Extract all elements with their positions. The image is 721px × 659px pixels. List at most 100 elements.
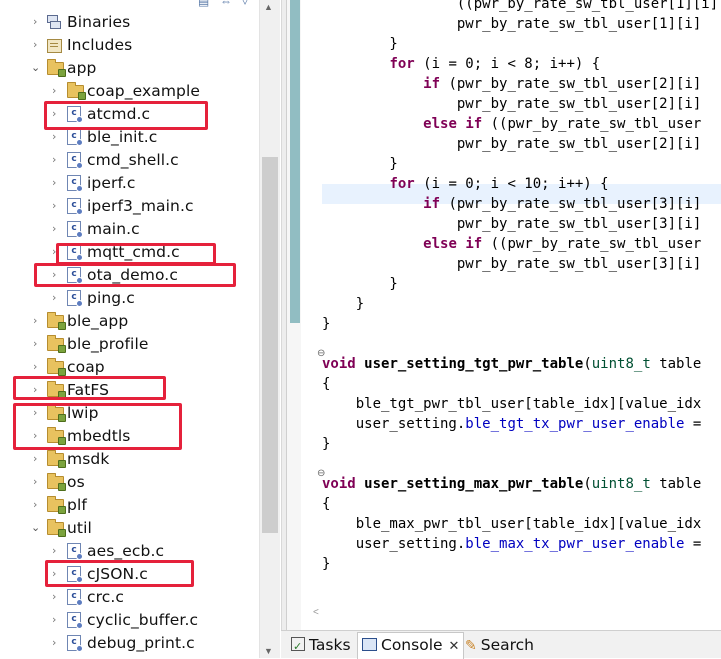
tree-item-label: iperf3_main.c <box>87 197 194 215</box>
tree-item-crc-c[interactable]: › c crc.c <box>0 586 258 609</box>
code-line: } <box>322 556 331 572</box>
code-line: else if ((pwr_by_rate_sw_tbl_user <box>423 236 702 252</box>
code-line: ((pwr_by_rate_sw_tbl_user[1][i] <box>322 0 719 12</box>
tree-item-label: msdk <box>67 450 110 468</box>
chevron-right-icon[interactable]: › <box>52 545 60 556</box>
chevron-right-icon[interactable]: › <box>52 292 60 303</box>
chevron-right-icon[interactable]: › <box>33 453 41 464</box>
chevron-right-icon[interactable]: › <box>52 591 60 602</box>
chevron-right-icon[interactable]: › <box>52 614 60 625</box>
console-icon <box>362 637 377 651</box>
chevron-right-icon[interactable]: › <box>33 16 41 27</box>
tree-item-label: plf <box>67 496 87 514</box>
fold-collapse-icon[interactable]: ⊖ <box>317 348 325 359</box>
code-line: for (i = 0; i < 8; i++) { <box>389 56 601 72</box>
folder-icon <box>47 335 66 353</box>
fold-collapse-icon[interactable]: ⊖ <box>317 468 325 479</box>
code-line: ble_max_pwr_tbl_user[table_idx][value_id… <box>322 516 702 532</box>
tree-item-cyclic-buffer-c[interactable]: › c cyclic_buffer.c <box>0 609 258 632</box>
close-icon[interactable]: ✕ <box>449 639 460 654</box>
code-line: void user_setting_tgt_pwr_table(uint8_t … <box>322 356 702 372</box>
folder-icon <box>47 312 66 330</box>
chevron-right-icon[interactable]: › <box>33 338 41 349</box>
tree-item-debug-print-c[interactable]: › c debug_print.c <box>0 632 258 655</box>
explorer-scrollbar-thumb[interactable] <box>262 157 278 533</box>
chevron-right-icon[interactable]: › <box>52 223 60 234</box>
tree-item-iperf-c[interactable]: › c iperf.c <box>0 172 258 195</box>
c-file-icon: c <box>67 290 83 307</box>
tree-item-ble-profile[interactable]: › ble_profile <box>0 333 258 356</box>
tab-label: Tasks <box>309 636 351 654</box>
code-line: } <box>322 276 398 292</box>
collapse-all-icon[interactable]: ▤ <box>198 0 209 7</box>
tree-item-os[interactable]: › os <box>0 471 258 494</box>
overview-ruler-marker <box>290 0 300 323</box>
tree-item-ping-c[interactable]: › c ping.c <box>0 287 258 310</box>
tree-item-plf[interactable]: › plf <box>0 494 258 517</box>
chevron-right-icon[interactable]: › <box>52 200 60 211</box>
chevron-down-icon[interactable]: ⌄ <box>31 522 40 533</box>
tree-item-label: ping.c <box>87 289 135 307</box>
chevron-right-icon[interactable]: › <box>33 39 41 50</box>
code-line: if (pwr_by_rate_sw_tbl_user[2][i] <box>423 76 702 92</box>
code-line: pwr_by_rate_sw_tbl_user[1][i] <box>322 16 702 32</box>
c-file-icon: c <box>67 612 83 629</box>
tree-item-label: main.c <box>87 220 140 238</box>
tab-console[interactable]: Console ✕ <box>357 632 465 659</box>
tab-tasks[interactable]: Tasks <box>291 633 351 659</box>
chevron-right-icon[interactable]: › <box>33 476 41 487</box>
project-explorer: ▤ ⇔ ▿ □ › Binaries › Includes ⌄ app › co… <box>0 0 281 658</box>
chevron-right-icon[interactable]: › <box>52 177 60 188</box>
chevron-right-icon[interactable]: › <box>33 315 41 326</box>
tab-label: Search <box>480 636 534 654</box>
tree-item-ble-app[interactable]: › ble_app <box>0 310 258 333</box>
code-line: { <box>322 376 331 392</box>
scroll-up-icon[interactable]: ▲ <box>264 2 273 12</box>
chevron-right-icon[interactable]: › <box>52 131 60 142</box>
c-file-icon: c <box>67 129 83 146</box>
scroll-down-icon[interactable]: ▼ <box>264 646 273 656</box>
tree-item-binaries[interactable]: › Binaries <box>0 11 258 34</box>
tree-item-label: util <box>67 519 92 537</box>
chevron-right-icon[interactable]: › <box>52 85 60 96</box>
editor-horizontal-scrollbar[interactable]: < <box>301 603 721 627</box>
folder-icon <box>47 59 66 77</box>
highlight-box-cjson <box>45 560 194 587</box>
search-icon: ✎ <box>465 637 477 654</box>
highlight-box-ota-demo <box>34 263 236 287</box>
tree-item-label: ble_init.c <box>87 128 158 146</box>
c-file-icon: c <box>67 589 83 606</box>
chevron-right-icon[interactable]: › <box>33 499 41 510</box>
tab-search[interactable]: ✎ Search <box>465 633 534 657</box>
code-editor[interactable]: ((pwr_by_rate_sw_tbl_user[1][i] pwr_by_r… <box>287 0 721 630</box>
tree-item-util[interactable]: ⌄ util <box>0 517 258 540</box>
chevron-down-icon[interactable]: ⌄ <box>31 62 40 73</box>
code-line: ble_tgt_pwr_tbl_user[table_idx][value_id… <box>322 396 702 412</box>
highlight-box-lwip-mbedtls <box>13 403 182 450</box>
tree-item-includes[interactable]: › Includes <box>0 34 258 57</box>
tree-item-iperf3-main-c[interactable]: › c iperf3_main.c <box>0 195 258 218</box>
code-line: if (pwr_by_rate_sw_tbl_user[3][i] <box>423 196 702 212</box>
tab-label: Console <box>381 636 443 654</box>
tree-item-msdk[interactable]: › msdk <box>0 448 258 471</box>
view-menu-icon[interactable]: ▿ <box>242 0 248 7</box>
tree-item-main-c[interactable]: › c main.c <box>0 218 258 241</box>
tree-item-label: coap_example <box>87 82 201 100</box>
chevron-right-icon[interactable]: › <box>33 361 41 372</box>
bottom-view-tabs: Tasks Console ✕ ✎Search <box>281 630 721 659</box>
tree-item-label: ble_app <box>67 312 129 330</box>
tree-item-app[interactable]: ⌄ app <box>0 57 258 80</box>
code-line: else if ((pwr_by_rate_sw_tbl_user <box>423 116 702 132</box>
tree-item-coap-example[interactable]: › coap_example <box>0 80 258 103</box>
link-editor-icon[interactable]: ⇔ <box>220 0 232 7</box>
code-line: user_setting.ble_tgt_tx_pwr_user_enable … <box>322 416 702 432</box>
scroll-left-icon[interactable]: < <box>313 607 319 618</box>
code-line: { <box>322 496 331 512</box>
chevron-right-icon[interactable]: › <box>52 637 60 648</box>
tree-item-cmd-shell-c[interactable]: › c cmd_shell.c <box>0 149 258 172</box>
c-file-icon: c <box>67 152 83 169</box>
highlight-box-fatfs <box>13 376 166 400</box>
editor-overview-ruler[interactable] <box>287 0 301 630</box>
chevron-right-icon[interactable]: › <box>52 154 60 165</box>
explorer-scrollbar[interactable]: ▲ ▼ <box>259 0 280 658</box>
